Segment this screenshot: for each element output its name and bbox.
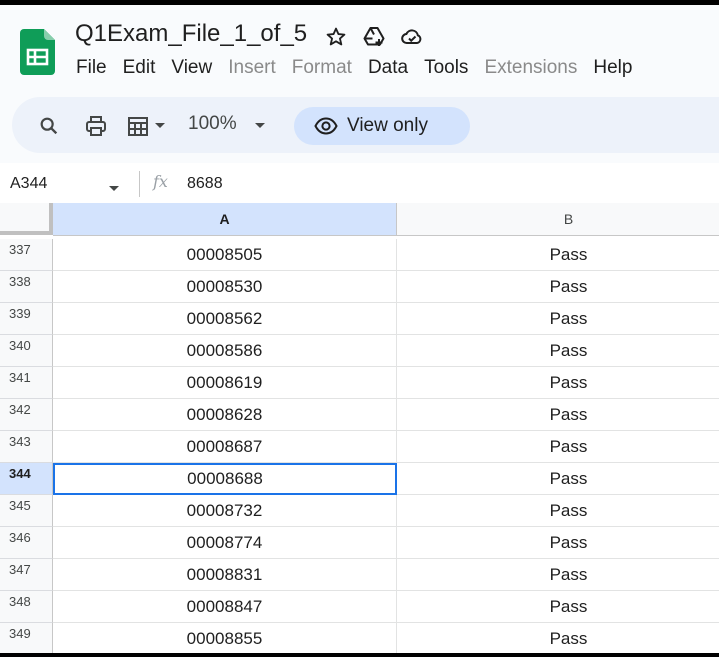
cell-column-b[interactable]: Pass	[397, 271, 719, 303]
menu-file[interactable]: File	[68, 57, 115, 79]
table-row: 341 00008619 Pass	[0, 367, 719, 399]
row-header[interactable]: 346	[0, 527, 53, 559]
toolbar: 100% View only	[12, 97, 719, 153]
name-box-chevron-down-icon[interactable]	[108, 180, 120, 198]
menu-data[interactable]: Data	[360, 57, 416, 79]
cell-column-a[interactable]: 00008732	[53, 495, 397, 527]
cell-column-a[interactable]: 00008855	[53, 623, 397, 653]
row-header[interactable]: 344	[0, 463, 53, 495]
table-row: 349 00008855 Pass	[0, 623, 719, 653]
cell-column-b[interactable]: Pass	[397, 367, 719, 399]
cell-column-b[interactable]: Pass	[397, 495, 719, 527]
print-icon[interactable]	[83, 113, 109, 139]
row-header[interactable]: 338	[0, 271, 53, 303]
chevron-down-icon[interactable]	[152, 113, 168, 139]
menu-format[interactable]: Format	[284, 57, 360, 79]
view-only-button[interactable]: View only	[294, 107, 470, 145]
cell-column-b[interactable]: Pass	[397, 463, 719, 495]
view-only-label: View only	[347, 115, 428, 136]
row-header[interactable]: 349	[0, 623, 53, 653]
move-to-drive-icon[interactable]	[362, 25, 386, 49]
cell-column-a[interactable]: 00008831	[53, 559, 397, 591]
fx-icon: fx	[153, 172, 168, 191]
cell-column-b[interactable]: Pass	[397, 303, 719, 335]
cell-column-a[interactable]: 00008530	[53, 271, 397, 303]
row-header[interactable]: 340	[0, 335, 53, 367]
eye-icon	[314, 117, 338, 135]
zoom-select[interactable]: 100%	[188, 113, 237, 135]
star-icon[interactable]	[324, 25, 348, 49]
row-header[interactable]: 342	[0, 399, 53, 431]
row-header[interactable]: 348	[0, 591, 53, 623]
menu-extensions[interactable]: Extensions	[476, 57, 585, 79]
table-row: 342 00008628 Pass	[0, 399, 719, 431]
search-icon[interactable]	[36, 113, 62, 139]
cloud-status-icon[interactable]	[400, 25, 424, 49]
table-row: 346 00008774 Pass	[0, 527, 719, 559]
table-row: 348 00008847 Pass	[0, 591, 719, 623]
document-title[interactable]: Q1Exam_File_1_of_5	[75, 20, 307, 48]
row-header[interactable]: 343	[0, 431, 53, 463]
menu-insert[interactable]: Insert	[220, 57, 284, 79]
cell-column-b[interactable]: Pass	[397, 591, 719, 623]
table-row: 345 00008732 Pass	[0, 495, 719, 527]
spreadsheet-grid: A B 337 00008505 Pass 338 00008530 Pass 339 000…	[0, 203, 719, 653]
table-row: 347 00008831 Pass	[0, 559, 719, 591]
cell-column-b[interactable]: Pass	[397, 527, 719, 559]
formula-input[interactable]: 8688	[187, 175, 223, 193]
menu-tools[interactable]: Tools	[416, 57, 476, 79]
table-row: 337 00008505 Pass	[0, 239, 719, 271]
cell-column-a[interactable]: 00008774	[53, 527, 397, 559]
row-header[interactable]: 347	[0, 559, 53, 591]
cell-column-b[interactable]: Pass	[397, 399, 719, 431]
table-row: 339 00008562 Pass	[0, 303, 719, 335]
cell-column-a[interactable]: 00008687	[53, 431, 397, 463]
menu-help[interactable]: Help	[585, 57, 640, 79]
table-row: 344 00008688 Pass	[0, 463, 719, 495]
table-row: 343 00008687 Pass	[0, 431, 719, 463]
table-row: 340 00008586 Pass	[0, 335, 719, 367]
column-header-b[interactable]: B	[397, 203, 719, 236]
cell-column-b[interactable]: Pass	[397, 239, 719, 271]
cell-column-a[interactable]: 00008586	[53, 335, 397, 367]
cell-column-a[interactable]: 00008562	[53, 303, 397, 335]
formula-divider	[139, 171, 140, 197]
select-all-corner[interactable]	[0, 203, 53, 235]
column-header-a[interactable]: A	[53, 203, 397, 236]
paint-format-icon[interactable]	[125, 113, 151, 139]
menu-view[interactable]: View	[163, 57, 220, 79]
cell-column-a[interactable]: 00008628	[53, 399, 397, 431]
menu-bar: File Edit View Insert Format Data Tools …	[68, 57, 640, 79]
sheets-logo-icon[interactable]	[20, 29, 55, 75]
zoom-chevron-down-icon[interactable]	[252, 113, 268, 139]
row-header[interactable]: 345	[0, 495, 53, 527]
cell-column-a[interactable]: 00008847	[53, 591, 397, 623]
cell-column-b[interactable]: Pass	[397, 335, 719, 367]
cell-column-a[interactable]: 00008505	[53, 239, 397, 271]
table-row: 338 00008530 Pass	[0, 271, 719, 303]
cell-column-b[interactable]: Pass	[397, 431, 719, 463]
menu-edit[interactable]: Edit	[115, 57, 164, 79]
name-box[interactable]: A344	[10, 175, 47, 193]
row-header[interactable]: 339	[0, 303, 53, 335]
formula-bar: A344 fx 8688	[0, 163, 719, 205]
cell-column-b[interactable]: Pass	[397, 623, 719, 653]
cell-column-a[interactable]: 00008619	[53, 367, 397, 399]
app-window: Q1Exam_File_1_of_5 File Edit View Insert…	[0, 5, 719, 653]
selected-cell[interactable]: 00008688	[53, 463, 397, 495]
row-header[interactable]: 337	[0, 239, 53, 271]
cell-column-b[interactable]: Pass	[397, 559, 719, 591]
row-header[interactable]: 341	[0, 367, 53, 399]
